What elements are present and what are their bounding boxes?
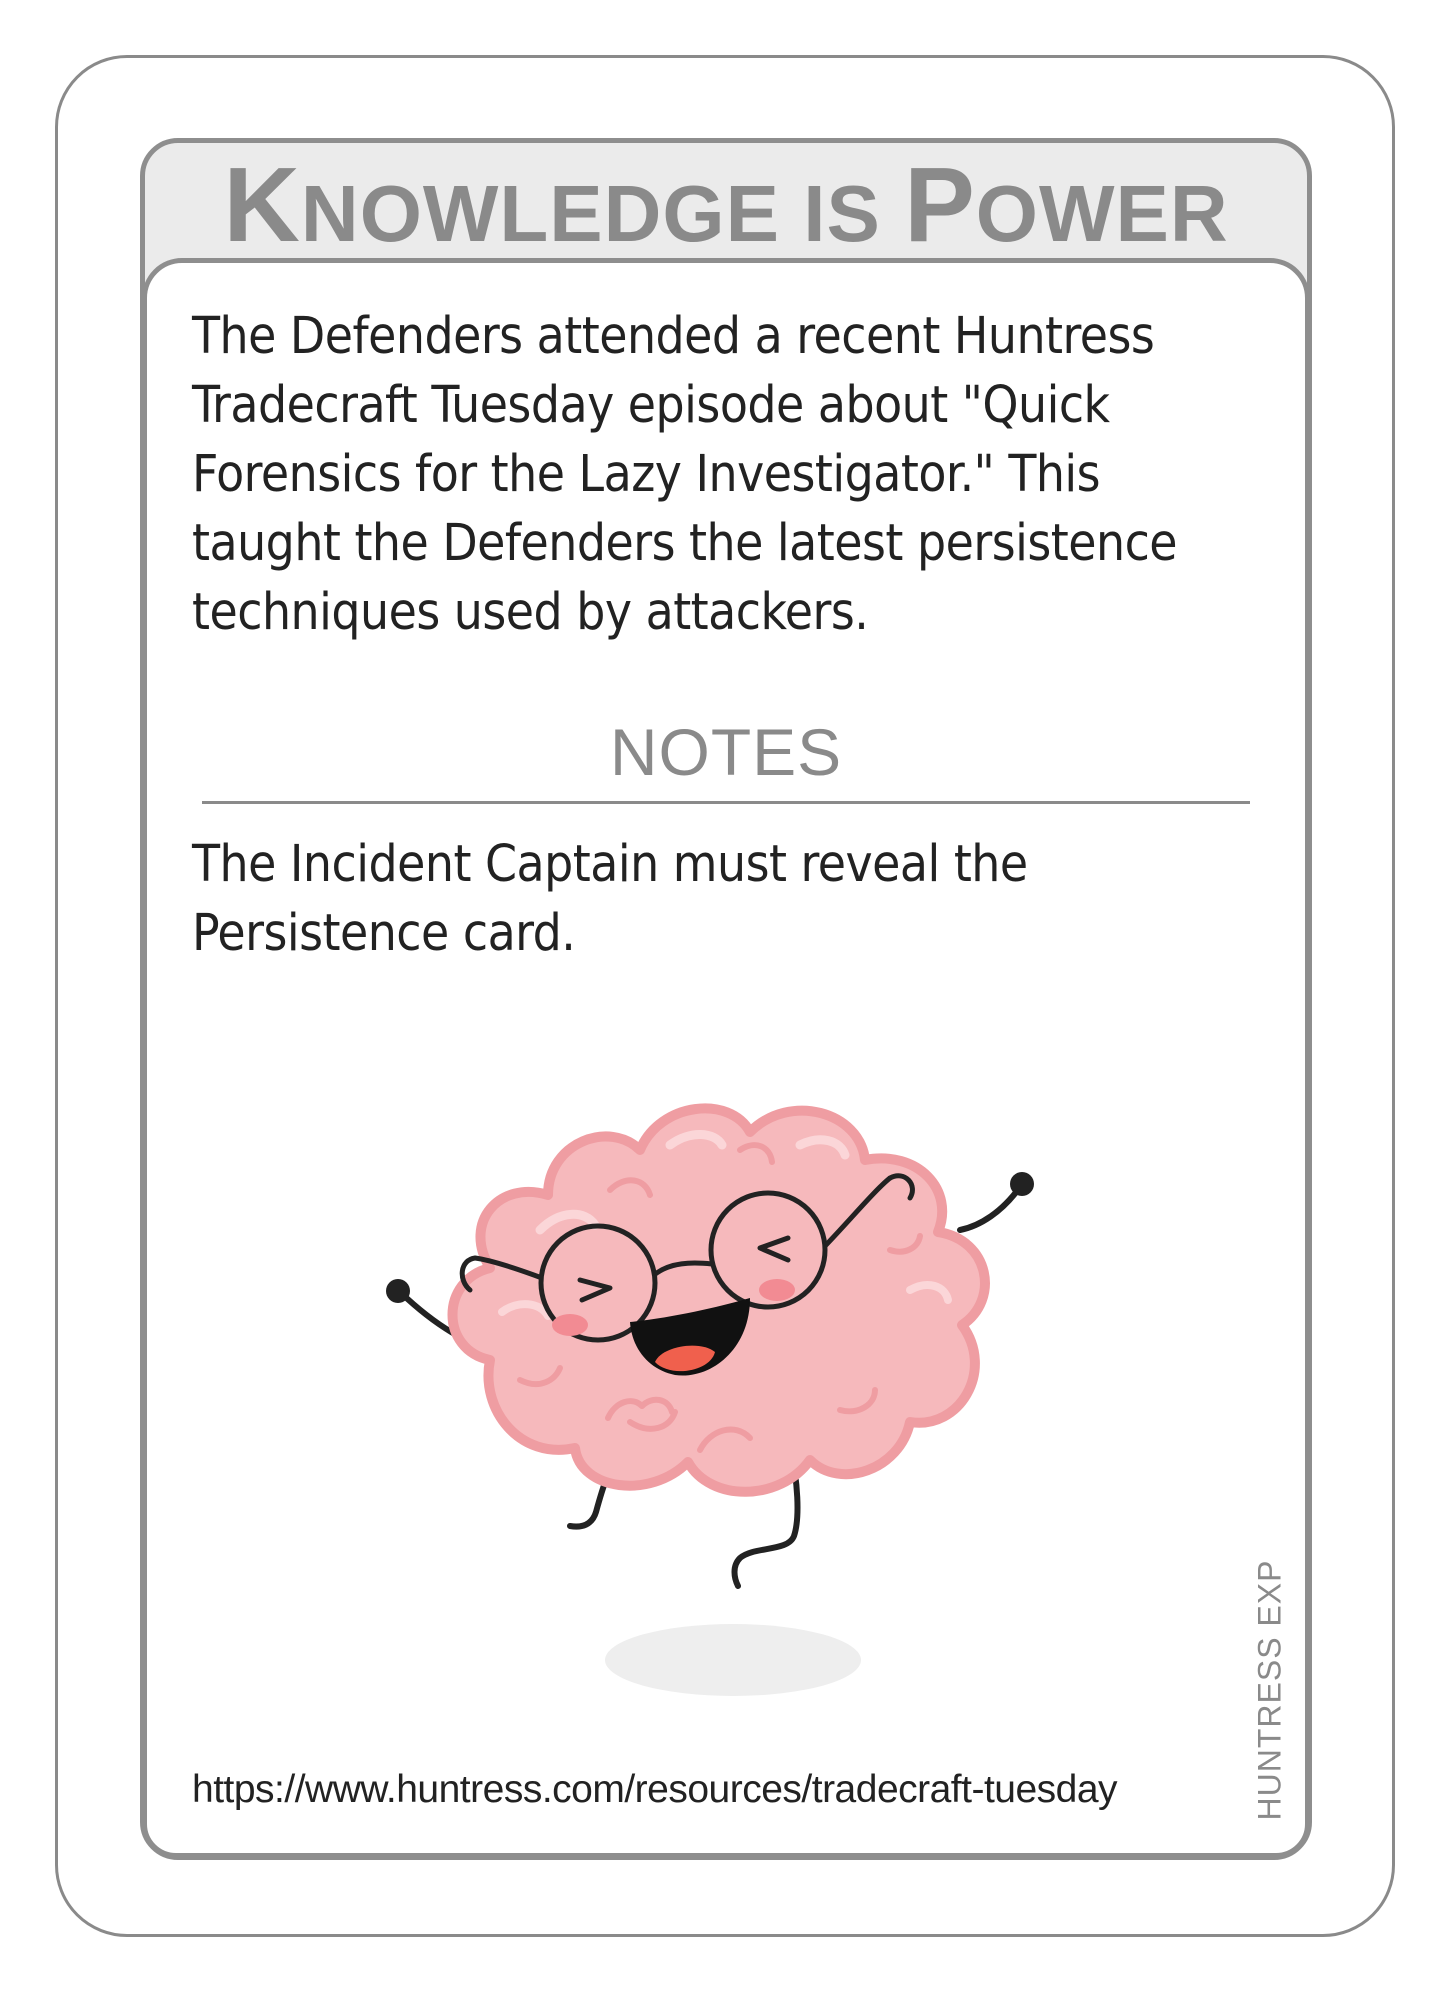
right-hand [1010, 1172, 1034, 1196]
title-part: NOWLEDGE [300, 169, 804, 258]
resource-link[interactable]: https://www.huntress.com/resources/trade… [192, 1765, 1192, 1815]
expansion-tag: HUNTRESS EXP [1240, 1559, 1300, 1821]
card-title: KNOWLEDGE IS POWER [140, 150, 1312, 260]
title-part: IS [803, 169, 905, 258]
notes-text: The Incident Captain must reveal the Per… [192, 835, 1028, 963]
left-hand [386, 1279, 410, 1303]
title-part: P [904, 146, 976, 264]
title-part: OWER [975, 169, 1229, 258]
notes-heading: NOTES [609, 715, 843, 789]
left-cheek [552, 1314, 588, 1336]
ground-shadow [605, 1624, 861, 1696]
right-arm [957, 1184, 1023, 1233]
title-part: K [223, 146, 301, 264]
notes-divider [202, 801, 1250, 804]
card-description: The Defenders attended a recent Huntress… [192, 307, 1178, 642]
right-cheek [759, 1279, 795, 1301]
happy-brain-illustration [386, 1103, 1034, 1696]
expansion-tag-label: HUNTRESS EXP [1251, 1559, 1288, 1821]
